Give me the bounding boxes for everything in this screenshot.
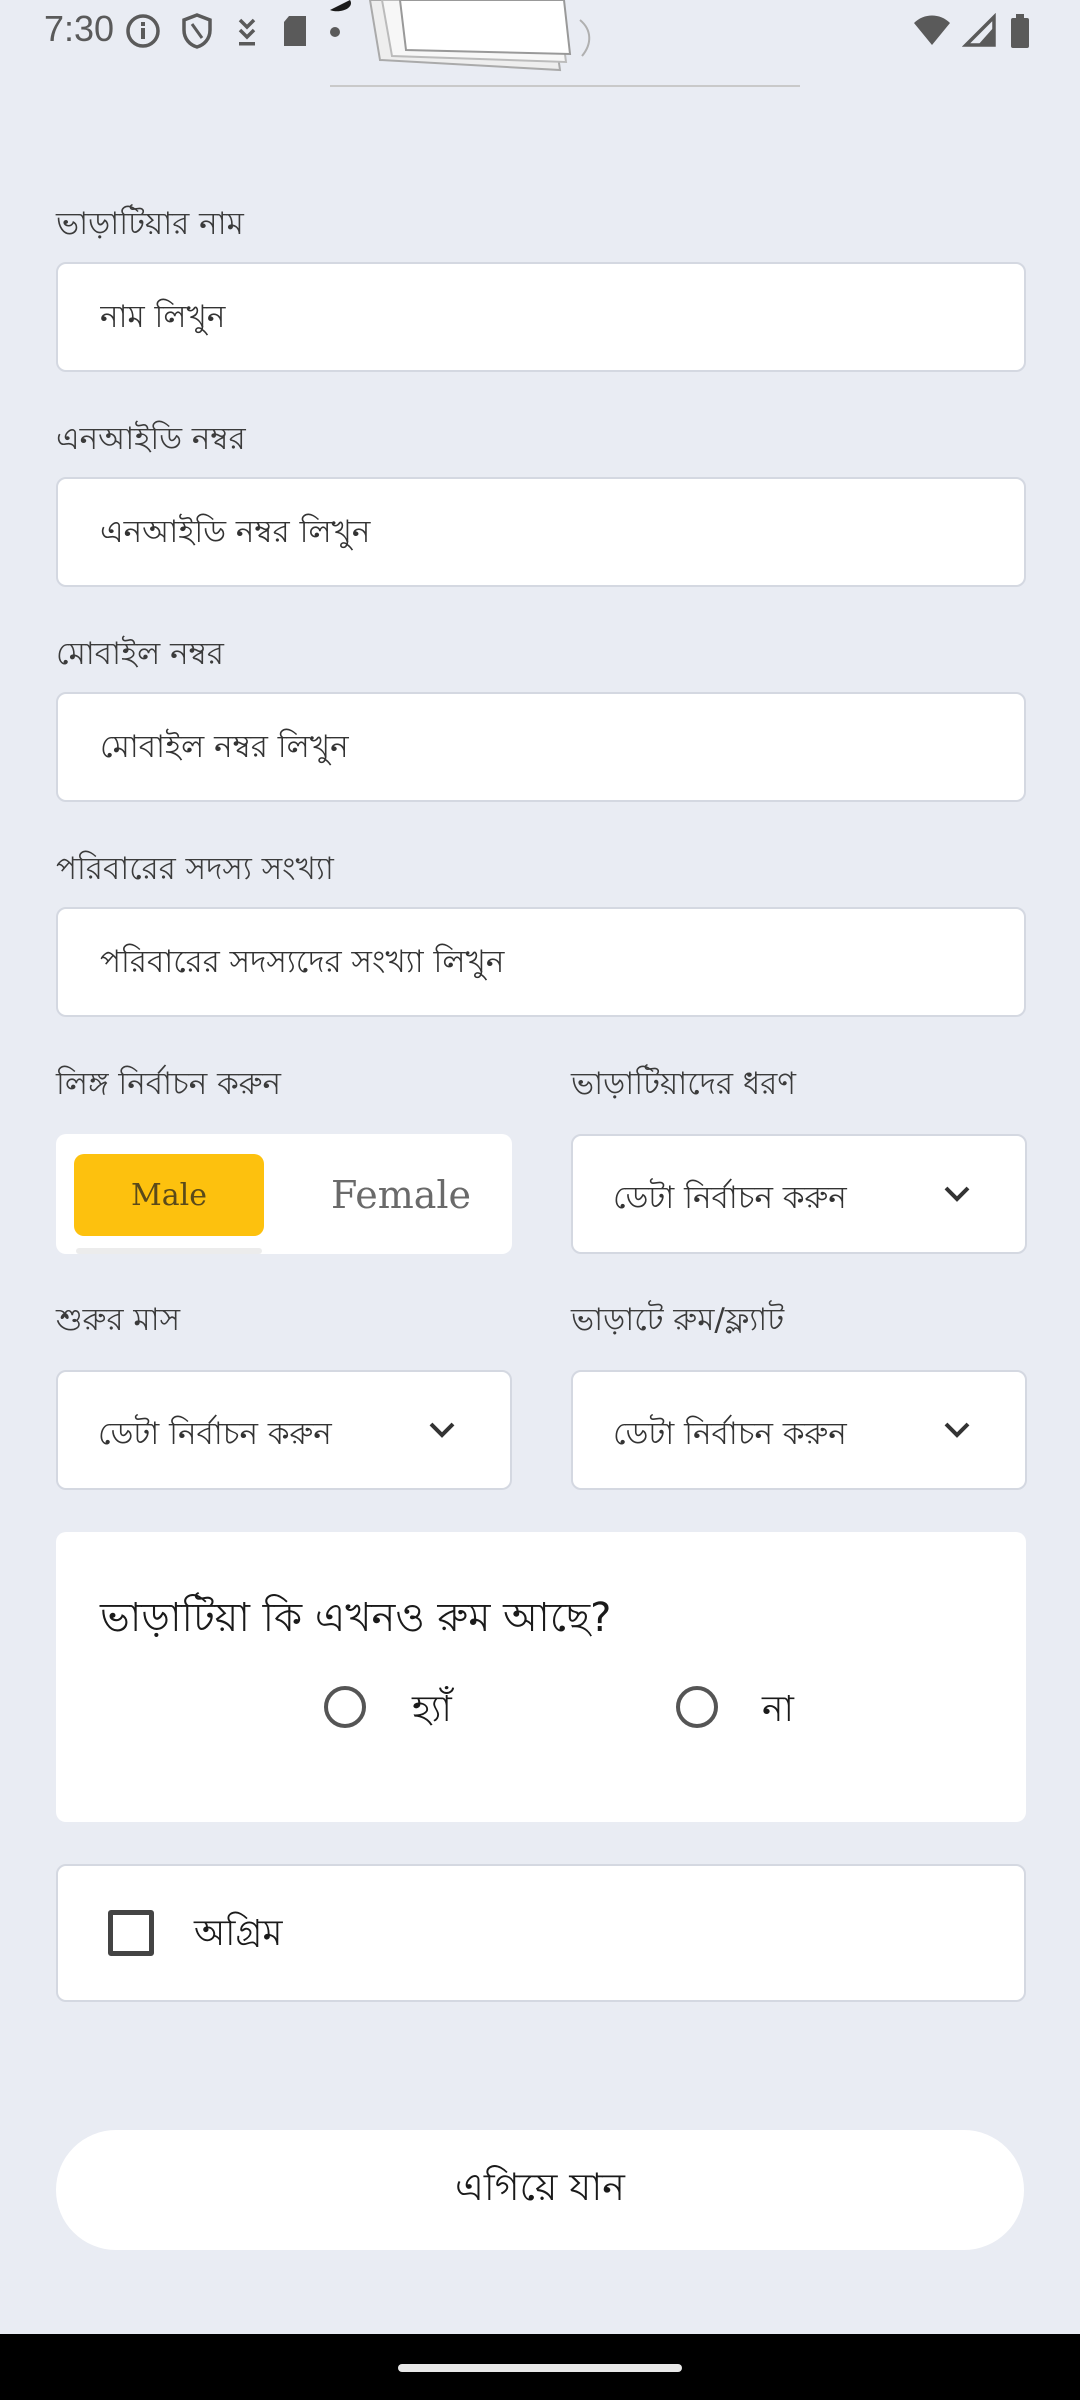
wifi-icon [914, 15, 950, 45]
chevron-down-icon [429, 1422, 455, 1438]
still-in-room-question: ভাড়াটিয়া কি এখনও রুম আছে? [100, 1595, 612, 1641]
battery-icon [1011, 14, 1029, 48]
gender-selected-indicator [76, 1248, 262, 1254]
chevron-down-icon [944, 1186, 970, 1202]
gender-option-female[interactable]: Female [306, 1154, 496, 1236]
home-gesture-handle[interactable] [398, 2364, 682, 2372]
signal-icon [962, 13, 996, 47]
family-members-label: পরিবারের সদস্য সংখ্যা [56, 851, 334, 887]
header-illustration [330, 0, 800, 87]
mobile-label: মোবাইল নম্বর [56, 636, 224, 672]
mobile-input[interactable] [56, 692, 1026, 802]
radio-yes-label[interactable]: হ্যাঁ [412, 1682, 452, 1742]
still-in-room-card: ভাড়াটিয়া কি এখনও রুম আছে? হ্যাঁ না [56, 1532, 1026, 1822]
tenant-name-input[interactable] [56, 262, 1026, 372]
gender-option-male[interactable]: Male [74, 1154, 264, 1236]
start-month-dropdown[interactable]: ডেটা নির্বাচন করুন [56, 1370, 512, 1490]
tenant-type-label: ভাড়াটিয়াদের ধরণ [571, 1066, 797, 1102]
gender-toggle: Male Female [56, 1134, 512, 1254]
nid-label: এনআইডি নম্বর [56, 421, 246, 457]
advance-card: অগ্রিম [56, 1864, 1026, 2002]
navigation-bar [0, 2334, 1080, 2400]
status-time: 7:30 [44, 8, 115, 49]
tenant-name-label: ভাড়াটিয়ার নাম [56, 206, 244, 242]
radio-no-label[interactable]: না [762, 1682, 794, 1742]
advance-checkbox[interactable] [108, 1910, 154, 1956]
radio-no[interactable] [676, 1686, 718, 1728]
start-month-value: ডেটা নির্বাচন করুন [98, 1416, 332, 1452]
proceed-button[interactable]: এগিয়ে যান [56, 2130, 1024, 2250]
sd-card-icon [284, 16, 306, 46]
radio-yes[interactable] [324, 1686, 366, 1728]
gender-label: লিঙ্গ নির্বাচন করুন [56, 1066, 282, 1102]
tenant-type-value: ডেটা নির্বাচন করুন [613, 1180, 847, 1216]
download-icon [238, 18, 256, 46]
info-icon [126, 14, 160, 48]
tenant-type-dropdown[interactable]: ডেটা নির্বাচন করুন [571, 1134, 1027, 1254]
shield-icon [182, 13, 212, 49]
rented-unit-value: ডেটা নির্বাচন করুন [613, 1416, 847, 1452]
family-members-input[interactable] [56, 907, 1026, 1017]
nid-input[interactable] [56, 477, 1026, 587]
advance-label[interactable]: অগ্রিম [194, 1906, 282, 1966]
chevron-down-icon [944, 1422, 970, 1438]
start-month-label: শুরুর মাস [56, 1302, 181, 1338]
rented-unit-label: ভাড়াটে রুম/ফ্ল্যাট [571, 1302, 785, 1338]
rented-unit-dropdown[interactable]: ডেটা নির্বাচন করুন [571, 1370, 1027, 1490]
